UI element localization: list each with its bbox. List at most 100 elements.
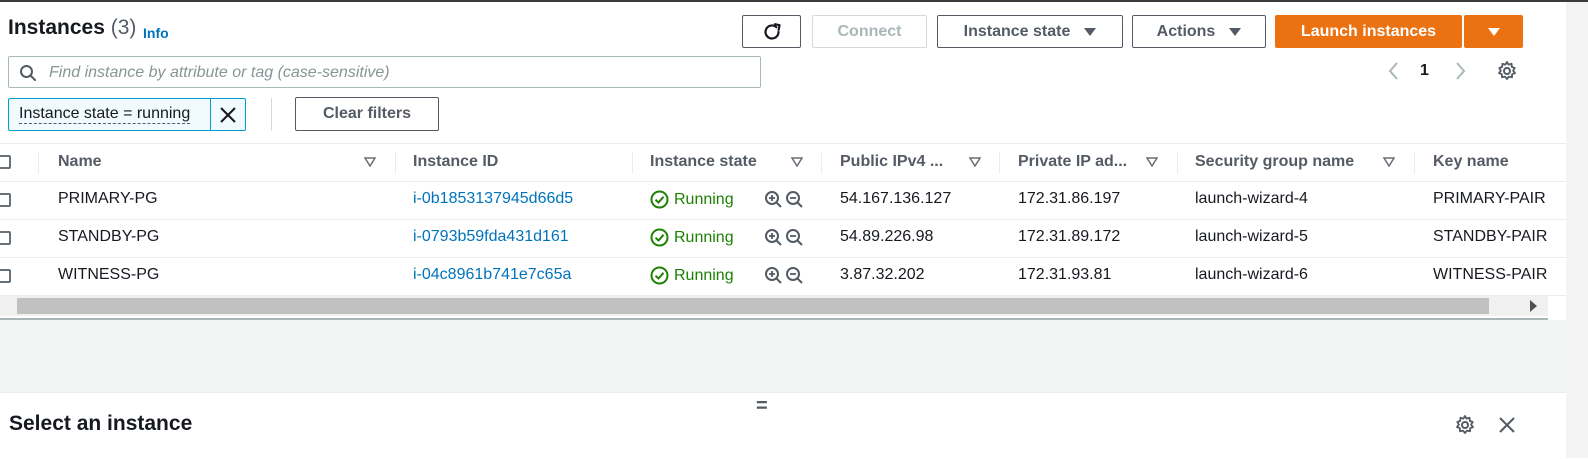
table-row[interactable]: WITNESS-PG i-04c8961b741e7c65a Running 3… bbox=[0, 257, 1566, 296]
actions-button[interactable]: Actions bbox=[1132, 15, 1266, 48]
filter-divider bbox=[271, 98, 272, 131]
caret-down-icon bbox=[1229, 27, 1242, 36]
column-separator bbox=[1414, 152, 1415, 174]
page-number[interactable]: 1 bbox=[1420, 62, 1429, 80]
cell-public-ip: 54.167.136.127 bbox=[840, 190, 952, 207]
cell-name: STANDBY-PG bbox=[58, 228, 160, 245]
sort-icon[interactable] bbox=[969, 157, 981, 167]
cell-security-group: launch-wizard-4 bbox=[1195, 190, 1308, 207]
sort-icon[interactable] bbox=[1383, 157, 1395, 167]
column-separator bbox=[38, 152, 39, 174]
sort-icon[interactable] bbox=[1146, 157, 1158, 167]
page-title: Instances (3) bbox=[8, 16, 136, 40]
split-panel bbox=[0, 392, 1566, 459]
connect-button-label: Connect bbox=[837, 22, 902, 40]
cell-name: PRIMARY-PG bbox=[58, 190, 158, 207]
filter-token-label: Instance state = running bbox=[19, 105, 191, 124]
sort-icon[interactable] bbox=[791, 157, 803, 167]
table-row[interactable]: STANDBY-PG i-0793b59fda431d161 Running 5… bbox=[0, 219, 1566, 258]
status-ok-icon bbox=[650, 228, 669, 247]
search-input[interactable] bbox=[47, 59, 751, 87]
close-icon[interactable] bbox=[1497, 415, 1517, 435]
cell-key-name: WITNESS-PAIR bbox=[1433, 266, 1548, 283]
cell-instance-state: Running bbox=[650, 228, 734, 247]
info-link[interactable]: Info bbox=[143, 25, 169, 41]
instance-state-button-label: Instance state bbox=[963, 22, 1071, 40]
column-header-private-ip[interactable]: Private IP ad... bbox=[1018, 153, 1127, 171]
caret-down-icon bbox=[1487, 27, 1500, 36]
table-row[interactable]: PRIMARY-PG i-0b1853137945d66d5 Running 5… bbox=[0, 181, 1566, 220]
empty-content-area bbox=[0, 320, 1566, 392]
zoom-in-icon[interactable] bbox=[764, 190, 783, 209]
launch-instances-button[interactable]: Launch instances bbox=[1275, 15, 1462, 48]
cell-instance-id-link[interactable]: i-0b1853137945d66d5 bbox=[413, 190, 573, 208]
filter-token-separator bbox=[210, 99, 211, 130]
table-header: Name Instance ID Instance state Public I… bbox=[0, 143, 1566, 182]
cell-instance-id-link[interactable]: i-0793b59fda431d161 bbox=[413, 228, 569, 246]
status-ok-icon bbox=[650, 266, 669, 285]
zoom-out-icon[interactable] bbox=[785, 228, 804, 247]
zoom-out-icon[interactable] bbox=[785, 266, 804, 285]
cell-key-name: PRIMARY-PAIR bbox=[1433, 190, 1546, 207]
row-checkbox[interactable] bbox=[0, 269, 11, 283]
actions-button-label: Actions bbox=[1156, 22, 1216, 40]
clear-filters-label: Clear filters bbox=[322, 105, 412, 122]
cell-instance-state: Running bbox=[650, 266, 734, 285]
chevron-left-icon[interactable] bbox=[1384, 58, 1404, 84]
cell-instance-id-link[interactable]: i-04c8961b741e7c65a bbox=[413, 266, 571, 284]
column-separator bbox=[1177, 152, 1178, 174]
column-header-security-group[interactable]: Security group name bbox=[1195, 153, 1354, 171]
zoom-in-icon[interactable] bbox=[764, 228, 783, 247]
settings-gear-icon[interactable] bbox=[1496, 60, 1518, 82]
state-filter-controls bbox=[764, 228, 804, 247]
split-panel-title: Select an instance bbox=[9, 412, 193, 435]
row-checkbox[interactable] bbox=[0, 231, 11, 245]
status-ok-icon bbox=[650, 190, 669, 209]
cell-name: WITNESS-PG bbox=[58, 266, 160, 283]
select-all-checkbox[interactable] bbox=[0, 155, 11, 169]
status-label: Running bbox=[674, 228, 734, 246]
scrollbar-thumb[interactable] bbox=[17, 298, 1489, 314]
column-header-key-name[interactable]: Key name bbox=[1433, 153, 1509, 171]
row-checkbox[interactable] bbox=[0, 193, 11, 207]
column-header-instance-id[interactable]: Instance ID bbox=[413, 153, 498, 171]
column-header-instance-state[interactable]: Instance state bbox=[650, 153, 757, 171]
clear-filters-button[interactable]: Clear filters bbox=[295, 97, 439, 131]
search-box[interactable] bbox=[8, 56, 761, 88]
instance-count: (3) bbox=[110, 16, 137, 39]
refresh-icon bbox=[763, 22, 781, 40]
cell-private-ip: 172.31.89.172 bbox=[1018, 228, 1121, 245]
zoom-in-icon[interactable] bbox=[764, 266, 783, 285]
cell-public-ip: 54.89.226.98 bbox=[840, 228, 934, 245]
cell-private-ip: 172.31.93.81 bbox=[1018, 266, 1112, 283]
split-panel-resize-handle[interactable]: = bbox=[756, 395, 768, 418]
top-border bbox=[0, 0, 1588, 2]
column-header-name[interactable]: Name bbox=[58, 153, 102, 171]
zoom-out-icon[interactable] bbox=[785, 190, 804, 209]
state-filter-controls bbox=[764, 190, 804, 209]
caret-down-icon bbox=[1084, 27, 1097, 36]
scroll-right-arrow-icon[interactable] bbox=[1530, 300, 1537, 312]
horizontal-scrollbar[interactable] bbox=[0, 296, 1548, 316]
launch-options-dropdown[interactable] bbox=[1464, 15, 1523, 48]
instance-state-button[interactable]: Instance state bbox=[937, 15, 1123, 48]
refresh-button[interactable] bbox=[742, 15, 801, 48]
column-header-public-ipv4[interactable]: Public IPv4 ... bbox=[840, 153, 943, 171]
close-icon[interactable] bbox=[219, 106, 237, 124]
status-label: Running bbox=[674, 190, 734, 208]
column-separator bbox=[395, 152, 396, 174]
connect-button[interactable]: Connect bbox=[812, 15, 927, 48]
cell-key-name: STANDBY-PAIR bbox=[1433, 228, 1548, 245]
right-gutter bbox=[1566, 2, 1588, 458]
page-title-text: Instances bbox=[8, 16, 105, 39]
cell-instance-state: Running bbox=[650, 190, 734, 209]
sort-icon[interactable] bbox=[364, 157, 376, 167]
filter-token[interactable]: Instance state = running bbox=[8, 98, 246, 131]
search-icon bbox=[20, 65, 36, 81]
status-label: Running bbox=[674, 266, 734, 284]
cell-public-ip: 3.87.32.202 bbox=[840, 266, 925, 283]
cell-security-group: launch-wizard-6 bbox=[1195, 266, 1308, 283]
chevron-right-icon[interactable] bbox=[1450, 58, 1470, 84]
settings-gear-icon[interactable] bbox=[1454, 414, 1476, 436]
launch-instances-button-label: Launch instances bbox=[1300, 22, 1437, 40]
